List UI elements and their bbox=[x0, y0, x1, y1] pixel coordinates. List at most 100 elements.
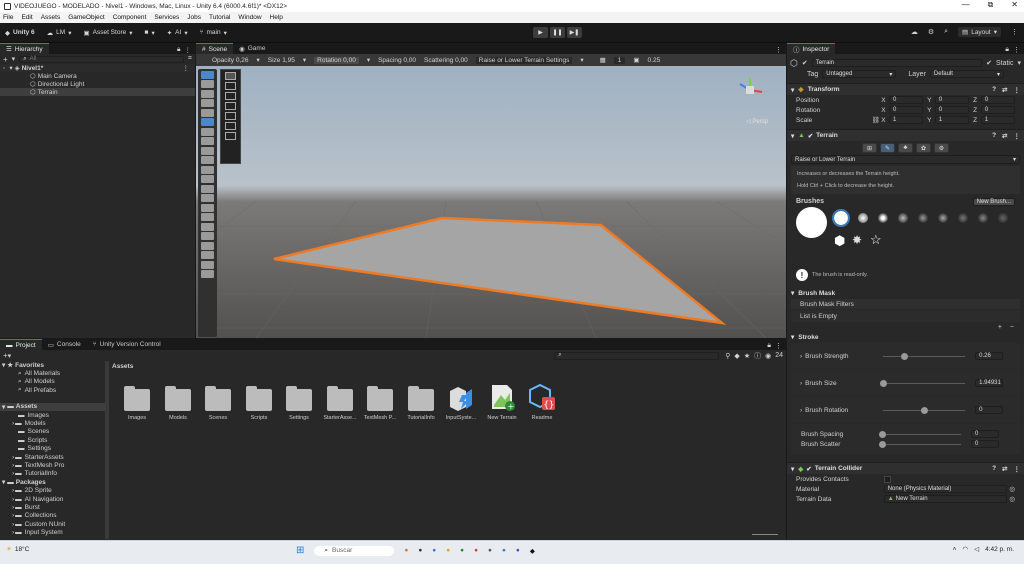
erosion-tool-icon[interactable] bbox=[201, 165, 214, 174]
package-item[interactable]: › ▬ 2D Sprite bbox=[0, 486, 105, 494]
branch-button[interactable]: ⑂ main ▾ bbox=[200, 29, 227, 37]
help-icon[interactable]: ? bbox=[992, 86, 996, 93]
brush-noise[interactable] bbox=[918, 213, 928, 223]
slider-knob[interactable] bbox=[879, 440, 886, 448]
icon-size-slider[interactable] bbox=[752, 534, 778, 535]
scattering-field[interactable]: Scattering 0,00 bbox=[424, 57, 468, 64]
brush-scatter-input[interactable]: 0 bbox=[971, 440, 999, 448]
pause-button[interactable]: ❚❚ bbox=[550, 27, 565, 38]
grid-snap-icon[interactable]: ▣ bbox=[633, 56, 639, 64]
maximize-button[interactable]: ⧉ bbox=[988, 0, 994, 10]
new-brush-button[interactable]: New Brush... bbox=[972, 197, 1015, 206]
clock[interactable]: 4:42 p. m. bbox=[985, 546, 1014, 553]
slider-knob[interactable] bbox=[879, 430, 886, 438]
menu-gameobject[interactable]: GameObject bbox=[68, 14, 105, 21]
hidden-packages-icon[interactable]: ⓘ bbox=[754, 351, 761, 361]
paint-trees-button[interactable]: ♣ bbox=[898, 143, 913, 153]
position-y-input[interactable]: 0 bbox=[934, 96, 970, 104]
asset-folder[interactable]: › ▬ StarterAssets bbox=[0, 453, 105, 461]
help-icon[interactable]: ? bbox=[992, 465, 996, 472]
asset-folder[interactable]: › ▬ TutorialInfo bbox=[0, 470, 105, 478]
material-field[interactable]: None (Physics Material) bbox=[883, 485, 1008, 493]
unity-version-button[interactable]: ◆ Unity 6 bbox=[5, 29, 35, 37]
enabled-checkbox[interactable]: ✔ bbox=[808, 132, 813, 140]
tab-project[interactable]: ▬ Project bbox=[0, 339, 42, 350]
app-icon[interactable]: ● bbox=[446, 547, 450, 554]
terrain-tool-dropdown[interactable]: Raise or Lower Terrain ▾ bbox=[791, 155, 1020, 164]
stamp-terrain-tool-icon[interactable] bbox=[201, 118, 214, 126]
layout-dropdown[interactable]: ▤ Layout ▾ bbox=[958, 27, 1001, 37]
asset-folder-item[interactable]: StarterAsse... bbox=[320, 383, 360, 421]
panel-menu-icon[interactable]: ⋮ bbox=[775, 46, 782, 54]
minimize-button[interactable]: — bbox=[962, 0, 970, 10]
asset-folder[interactable]: › ▬ TextMesh Pro bbox=[0, 461, 105, 469]
brush-ring[interactable] bbox=[998, 213, 1008, 223]
tab-console[interactable]: ▭ Console bbox=[42, 339, 87, 350]
create-neighbor-button[interactable]: ⊞ bbox=[862, 143, 877, 153]
more-options-icon[interactable]: ⋮ bbox=[1011, 28, 1018, 36]
component-menu-icon[interactable]: ⋮ bbox=[1014, 465, 1021, 473]
rotation-x-input[interactable]: 0 bbox=[889, 106, 924, 114]
app-icon[interactable]: ● bbox=[404, 547, 408, 554]
app-icon[interactable]: ● bbox=[502, 547, 506, 554]
app-icon[interactable]: ● bbox=[474, 547, 478, 554]
eye-icon[interactable]: ◉ bbox=[765, 352, 771, 360]
remove-icon[interactable]: − bbox=[1010, 324, 1014, 331]
asset-folder-item[interactable]: Scripts bbox=[239, 383, 279, 421]
help-icon[interactable]: ? bbox=[992, 132, 996, 139]
scene-viewport[interactable]: ◁ Persp bbox=[196, 66, 786, 338]
terrain-header[interactable]: ▾ ▲ ✔ Terrain ? ⇄ ⋮ bbox=[787, 129, 1024, 141]
panel-menu-icon[interactable]: ⋮ bbox=[775, 342, 782, 350]
transform-tool-icon[interactable] bbox=[225, 132, 236, 140]
scene-gizmo[interactable] bbox=[736, 76, 764, 106]
app-icon[interactable]: ● bbox=[432, 547, 436, 554]
move-tool-icon[interactable] bbox=[225, 92, 236, 100]
scene-menu-icon[interactable]: ⋮ bbox=[183, 64, 190, 72]
step-button[interactable]: ▶❚ bbox=[567, 27, 582, 38]
asset-folder[interactable]: › ▬ Models bbox=[0, 419, 105, 427]
search-icon[interactable]: ⌕ bbox=[944, 28, 948, 36]
sharpen-tool-icon[interactable] bbox=[201, 175, 214, 183]
object-picker-icon[interactable]: ◎ bbox=[1009, 495, 1015, 503]
brush-rotation-input[interactable]: 0 bbox=[975, 406, 1004, 414]
hierarchy-item[interactable]: ⬡ Directional Light bbox=[0, 80, 195, 89]
brush-splatter[interactable] bbox=[938, 213, 948, 223]
brush-size-input[interactable]: 1.94931 bbox=[975, 379, 1004, 387]
slider-knob[interactable] bbox=[880, 379, 888, 387]
slope-flatten-tool-icon[interactable] bbox=[201, 213, 214, 221]
preset-icon[interactable]: ⇄ bbox=[1002, 132, 1007, 140]
brush-spacing-input[interactable]: 0 bbox=[971, 430, 999, 438]
rotate-tool-icon[interactable] bbox=[225, 102, 236, 110]
hierarchy-item-selected[interactable]: ⬡ Terrain bbox=[0, 88, 195, 96]
opacity-field[interactable]: Opacity 0,26 bbox=[212, 57, 249, 64]
trees-tool-icon[interactable] bbox=[201, 251, 214, 259]
asset-folder[interactable]: ▬ Scripts bbox=[0, 436, 105, 444]
position-x-input[interactable]: 0 bbox=[889, 96, 924, 104]
assets-root[interactable]: ▾ ▬ Assets bbox=[0, 402, 105, 411]
package-button[interactable]: ■ ▾ bbox=[145, 29, 155, 37]
asset-folder-item[interactable]: Models bbox=[158, 383, 198, 421]
terrain-plane[interactable] bbox=[273, 216, 727, 325]
mesh-stamp-tool-icon[interactable] bbox=[201, 222, 214, 231]
paint-terrain-button[interactable]: ✎ bbox=[880, 143, 895, 153]
noise-tool-icon[interactable] bbox=[201, 146, 214, 155]
asset-file-item[interactable]: + New Terrain bbox=[482, 383, 522, 421]
package-item[interactable]: › ▬ AI Navigation bbox=[0, 495, 105, 503]
menu-assets[interactable]: Assets bbox=[41, 14, 61, 21]
brush-cloud[interactable] bbox=[898, 213, 908, 223]
filter-type-icon[interactable]: ⚲ bbox=[725, 352, 730, 360]
twist-tool-icon[interactable] bbox=[201, 194, 214, 202]
brush-strength-slider[interactable] bbox=[883, 352, 966, 360]
brush-soft-circle[interactable] bbox=[858, 213, 868, 223]
brush-speckle[interactable] bbox=[958, 213, 968, 223]
panel-menu-icon[interactable]: ⋮ bbox=[185, 46, 192, 54]
asset-folder[interactable]: ▬ Scenes bbox=[0, 428, 105, 436]
brush-rotation-slider[interactable] bbox=[883, 406, 966, 414]
chevron-right-icon[interactable]: › bbox=[800, 353, 802, 360]
contrast-tool-icon[interactable] bbox=[201, 184, 214, 193]
brush-strength-input[interactable]: 0.26 bbox=[975, 352, 1004, 360]
rotation-field[interactable]: Rotation 0,00 bbox=[314, 56, 359, 64]
app-icon[interactable]: ● bbox=[516, 547, 520, 554]
brush-size-slider[interactable] bbox=[880, 379, 966, 387]
terrain-settings-button[interactable]: ⚙ bbox=[934, 143, 949, 153]
